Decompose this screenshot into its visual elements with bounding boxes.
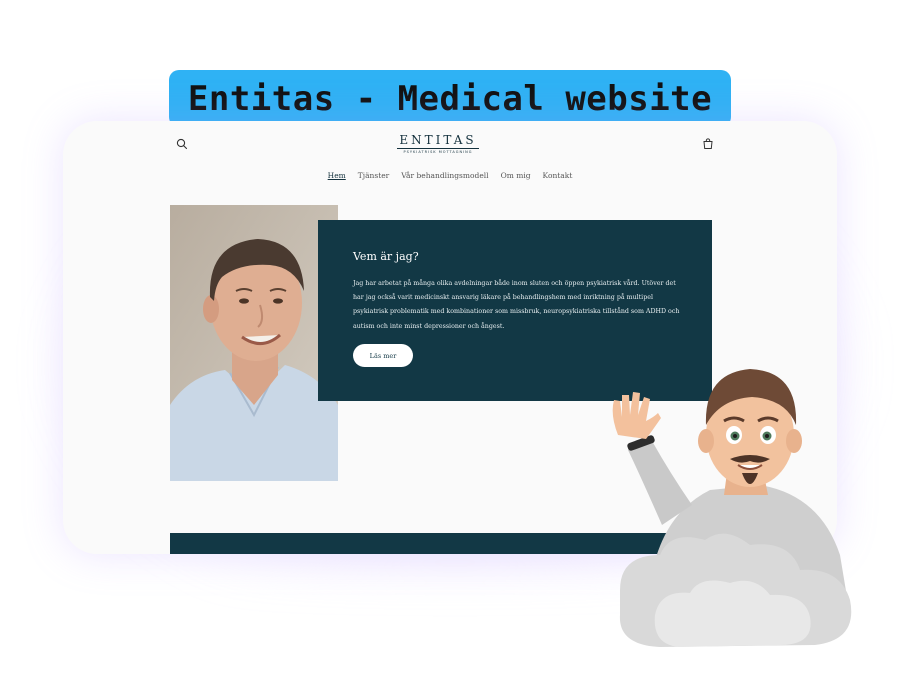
page-title-pill: Entitas - Medical website bbox=[169, 70, 731, 127]
read-more-button[interactable]: Läs mer bbox=[353, 344, 413, 367]
about-heading: Vem är jag? bbox=[353, 250, 419, 263]
nav-item-om-mig[interactable]: Om mig bbox=[501, 171, 531, 180]
cart-icon[interactable] bbox=[701, 137, 715, 151]
site-logo[interactable]: ENTITAS PSYKIATRISK MOTTAGNING bbox=[393, 133, 483, 154]
page-title: Entitas - Medical website bbox=[187, 78, 713, 119]
memoji-avatar-illustration bbox=[612, 369, 852, 647]
nav-item-tjanster[interactable]: Tjänster bbox=[358, 171, 390, 180]
logo-tagline: PSYKIATRISK MOTTAGNING bbox=[403, 150, 473, 154]
logo-wordmark: ENTITAS bbox=[399, 133, 477, 147]
search-icon[interactable] bbox=[175, 137, 189, 151]
nav-item-kontakt[interactable]: Kontakt bbox=[543, 171, 573, 180]
doctor-portrait-image bbox=[170, 205, 338, 481]
nav-item-behandlingsmodell[interactable]: Vår behandlingsmodell bbox=[401, 171, 488, 180]
main-navigation: Hem Tjänster Vår behandlingsmodell Om mi… bbox=[63, 171, 837, 180]
logo-divider bbox=[397, 148, 479, 149]
nav-item-hem[interactable]: Hem bbox=[328, 171, 346, 180]
about-text: Jag har arbetat på många olika avdelning… bbox=[353, 280, 680, 330]
